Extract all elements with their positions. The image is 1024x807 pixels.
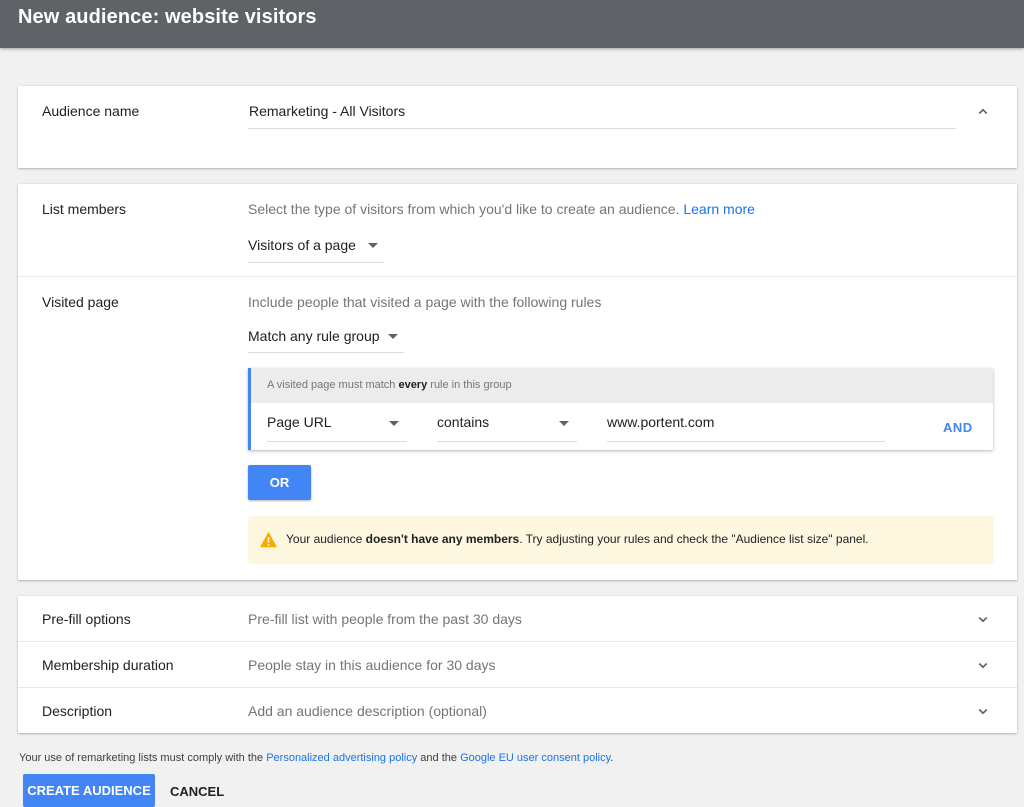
list-members-dropdown[interactable]: Visitors of a page <box>248 230 384 263</box>
list-members-hint: Select the type of visitors from which y… <box>248 201 755 217</box>
warning-text-bold: doesn't have any members <box>365 532 520 546</box>
match-rule-dropdown[interactable]: Match any rule group <box>248 322 404 353</box>
chevron-down-icon[interactable] <box>974 702 992 720</box>
or-button[interactable]: OR <box>248 465 311 500</box>
warning-icon <box>260 531 277 548</box>
list-members-hint-text: Select the type of visitors from which y… <box>248 201 680 217</box>
dropdown-caret-icon <box>388 334 398 339</box>
warning-banner: Your audience doesn't have any members. … <box>248 516 994 564</box>
top-bar: New audience: website visitors <box>0 0 1024 48</box>
description-placeholder: Add an audience description (optional) <box>248 703 487 719</box>
options-card: Pre-fill options Pre-fill list with peop… <box>18 596 1017 733</box>
warning-text: Your audience doesn't have any members. … <box>286 532 869 546</box>
dropdown-caret-icon <box>389 421 399 426</box>
warning-text-pre: Your audience <box>286 532 366 546</box>
chevron-down-icon[interactable] <box>974 610 992 628</box>
visited-page-label: Visited page <box>42 294 119 310</box>
chevron-down-icon[interactable] <box>974 656 992 674</box>
membership-label: Membership duration <box>42 657 174 673</box>
chevron-up-icon[interactable] <box>974 103 992 121</box>
audience-name-card: Audience name Remarketing - All Visitors <box>18 86 1017 168</box>
list-members-label: List members <box>42 201 127 217</box>
policy-text-mid: and the <box>417 752 461 764</box>
policy-notice: Your use of remarketing lists must compl… <box>19 752 613 764</box>
policy-text-pre: Your use of remarketing lists must compl… <box>19 752 267 764</box>
cancel-button[interactable]: CANCEL <box>170 784 224 799</box>
prefill-value: Pre-fill list with people from the past … <box>248 611 522 627</box>
rule-operator-selected: contains <box>437 414 490 430</box>
policy-text-post: . <box>610 752 614 764</box>
rule-field-dropdown[interactable]: Page URL <box>267 408 407 442</box>
dropdown-caret-icon <box>368 243 378 248</box>
dropdown-caret-icon <box>559 421 569 426</box>
section-divider <box>18 276 1017 277</box>
description-row[interactable]: Description Add an audience description … <box>18 688 1017 733</box>
rule-group: A visited page must match every rule in … <box>248 368 993 450</box>
rule-group-header-text: A visited page must match every rule in … <box>267 379 512 391</box>
membership-row[interactable]: Membership duration People stay in this … <box>18 642 1017 687</box>
prefill-row[interactable]: Pre-fill options Pre-fill list with peop… <box>18 596 1017 641</box>
rule-value-text: www.portent.com <box>607 414 715 430</box>
eu-consent-policy-link[interactable]: Google EU user consent policy <box>460 752 610 764</box>
rule-header-bold: every <box>398 379 428 391</box>
prefill-label: Pre-fill options <box>42 611 131 627</box>
audience-name-input[interactable]: Remarketing - All Visitors <box>248 94 956 129</box>
list-members-selected: Visitors of a page <box>248 237 356 253</box>
rule-field-selected: Page URL <box>267 414 332 430</box>
visited-page-hint: Include people that visited a page with … <box>248 294 602 310</box>
page-title: New audience: website visitors <box>18 6 317 28</box>
create-audience-button[interactable]: CREATE AUDIENCE <box>23 774 155 807</box>
audience-name-label: Audience name <box>42 103 140 119</box>
learn-more-link[interactable]: Learn more <box>683 201 755 217</box>
rule-value-input[interactable]: www.portent.com <box>607 408 885 442</box>
rule-operator-dropdown[interactable]: contains <box>437 408 577 442</box>
personalized-ads-policy-link[interactable]: Personalized advertising policy <box>266 752 417 764</box>
audience-name-value: Remarketing - All Visitors <box>249 103 406 119</box>
rule-header-post: rule in this group <box>427 379 512 391</box>
description-label: Description <box>42 703 113 719</box>
and-button[interactable]: AND <box>943 420 973 435</box>
rule-header-pre: A visited page must match <box>267 379 399 391</box>
warning-text-post: . Try adjusting your rules and check the… <box>519 532 869 546</box>
rule-group-header: A visited page must match every rule in … <box>251 368 993 403</box>
match-rule-selected: Match any rule group <box>248 328 380 344</box>
membership-value: People stay in this audience for 30 days <box>248 657 496 673</box>
rules-card: List members Select the type of visitors… <box>18 184 1017 580</box>
